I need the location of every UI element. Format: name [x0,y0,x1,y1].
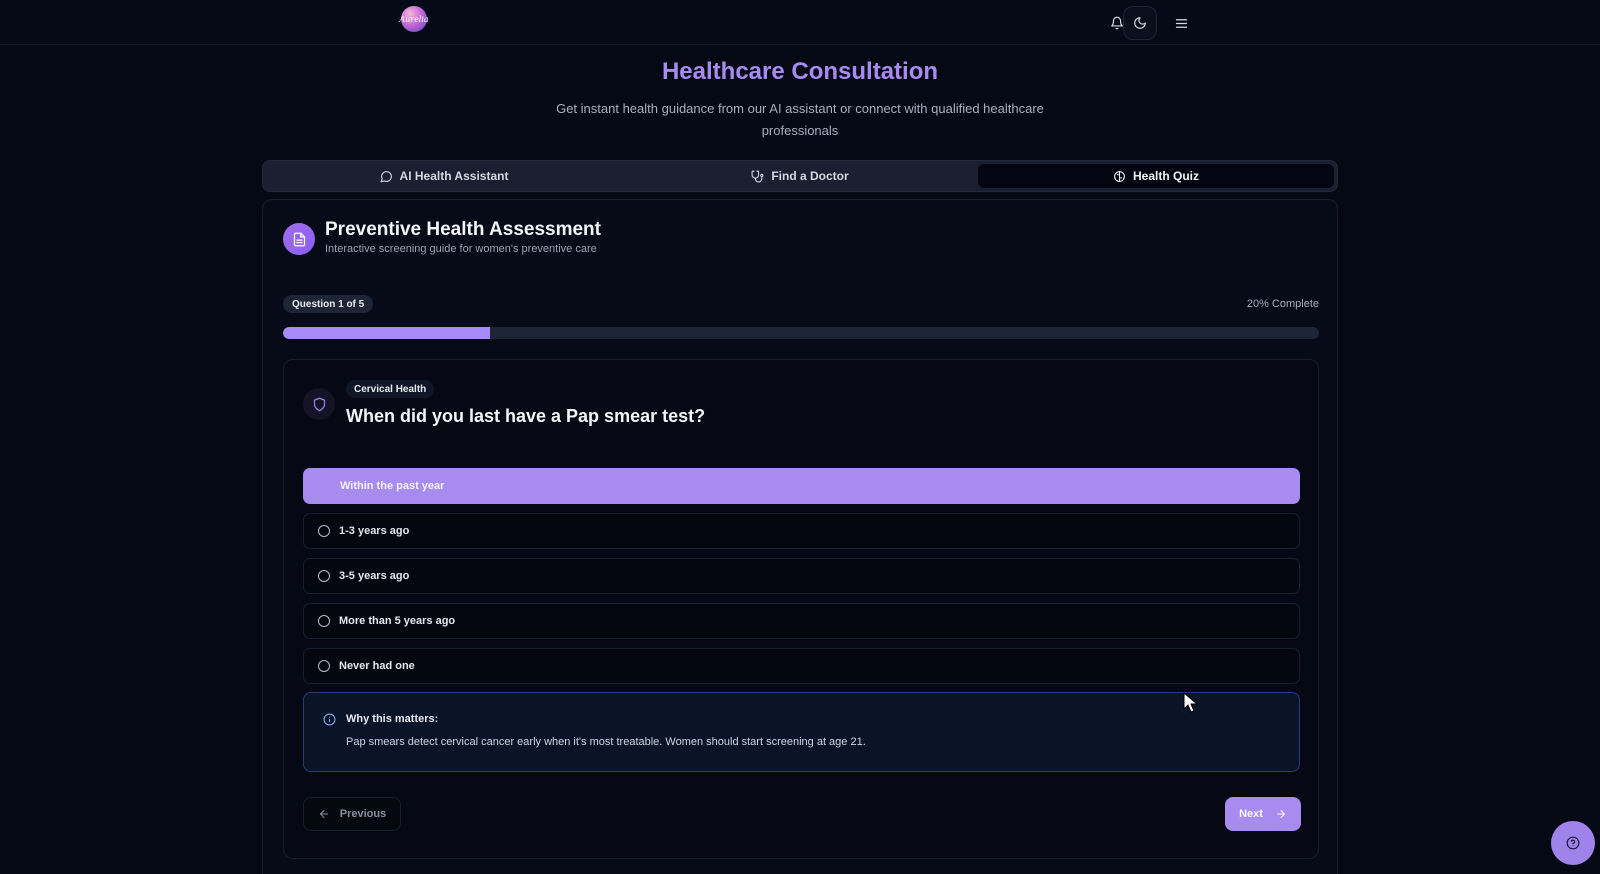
info-title: Why this matters: [346,713,439,725]
option-label: Within the past year [340,480,445,492]
document-icon [283,223,315,255]
answer-options: Within the past year 1-3 years ago 3-5 y… [303,468,1300,693]
top-navigation-bar: Aurelia [0,0,1600,45]
brain-icon [1114,170,1125,182]
assessment-title: Preventive Health Assessment [325,219,601,240]
shield-icon [303,388,335,420]
info-text: Pap smears detect cervical cancer early … [346,736,866,748]
radio-icon[interactable] [318,570,330,582]
option-more-than-5-years[interactable]: More than 5 years ago [303,603,1300,639]
tab-health-quiz[interactable]: Health Quiz [978,164,1334,188]
tab-label: AI Health Assistant [399,169,509,183]
arrow-left-icon [319,810,328,818]
option-label: 1-3 years ago [339,525,410,537]
progress-bar-fill [283,327,491,339]
theme-toggle-button[interactable] [1123,6,1157,40]
logo-text: Aurelia [399,14,429,24]
chat-icon [380,170,392,182]
next-label: Next [1239,808,1263,820]
percent-complete: 20% Complete [1246,298,1319,310]
radio-icon[interactable] [318,615,330,627]
option-never[interactable]: Never had one [303,648,1300,684]
option-label: Never had one [339,660,415,672]
option-3-5-years[interactable]: 3-5 years ago [303,558,1300,594]
option-label: More than 5 years ago [339,615,456,627]
assessment-card: Preventive Health Assessment Interactive… [262,199,1338,874]
option-within-past-year[interactable]: Within the past year [303,468,1300,504]
question-mark-icon [1566,836,1580,850]
menu-button[interactable] [1164,6,1198,40]
tab-label: Find a Doctor [771,169,849,183]
category-badge: Cervical Health [346,380,435,398]
page-title: Healthcare Consultation [661,58,939,85]
tab-ai-health-assistant[interactable]: AI Health Assistant [266,164,622,188]
assessment-subtitle: Interactive screening guide for women's … [325,243,597,255]
page-subtitle: Get instant health guidance from our AI … [556,101,1044,138]
arrow-right-icon [1276,810,1285,818]
stethoscope-icon [751,170,764,182]
tab-find-a-doctor[interactable]: Find a Doctor [622,164,978,188]
consultation-tabs: AI Health Assistant Find a Doctor Health… [262,160,1338,192]
help-button[interactable] [1551,821,1595,865]
mouse-cursor-icon [1183,692,1199,713]
option-label: 3-5 years ago [339,570,410,582]
bell-icon [1111,16,1123,30]
previous-button[interactable]: Previous [303,797,401,831]
question-panel: Cervical Health When did you last have a… [283,359,1319,859]
app-logo[interactable]: Aurelia [399,6,429,32]
previous-label: Previous [339,808,387,820]
info-box: Why this matters: Pap smears detect cerv… [303,692,1300,772]
moon-icon [1134,17,1146,29]
option-1-3-years[interactable]: 1-3 years ago [303,513,1300,549]
progress-bar [283,327,1319,339]
question-text: When did you last have a Pap smear test? [346,406,706,426]
menu-icon [1175,18,1187,28]
radio-icon[interactable] [318,660,330,672]
info-icon [323,713,336,726]
question-counter-badge: Question 1 of 5 [283,295,374,313]
radio-icon[interactable] [318,525,330,537]
next-button[interactable]: Next [1225,797,1301,831]
tab-label: Health Quiz [1132,169,1199,183]
